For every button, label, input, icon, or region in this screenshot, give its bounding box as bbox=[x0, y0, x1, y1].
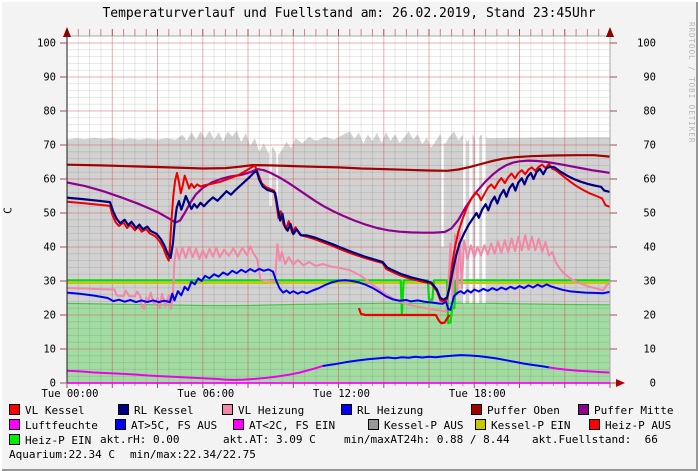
legend-label: VL Heizung bbox=[238, 404, 304, 417]
x-tick-label: Tue 06:00 bbox=[177, 388, 234, 400]
puffer-oben-swatch bbox=[471, 404, 482, 415]
heiz-p-ein-swatch bbox=[9, 434, 20, 445]
legend-item-at-gt5-fs-aus: AT>5C, FS AUS bbox=[115, 419, 217, 432]
y-tick-label: 90 bbox=[43, 72, 56, 84]
y-tick-label-right: 60 bbox=[643, 174, 656, 186]
legend-item-vl-heizung: VL Heizung bbox=[222, 404, 304, 417]
y-tick-label-right: 50 bbox=[643, 208, 656, 220]
y-tick-label-right: 80 bbox=[643, 106, 656, 118]
legend-item-kessel-p-ein: Kessel-P EIN bbox=[475, 419, 570, 432]
y-tick-label-right: 30 bbox=[643, 276, 656, 288]
legend-label: Aquarium:22.34 C bbox=[9, 448, 115, 461]
legend-label: Puffer Mitte bbox=[594, 404, 673, 417]
legend-label: Heiz-P EIN bbox=[25, 434, 91, 447]
temperature-chart: 0010102020303040405050606070708080909010… bbox=[0, 0, 698, 471]
legend-item-minmax-at24h: min/maxAT24h: 0.88 / 8.44 bbox=[344, 434, 510, 447]
legend-label: akt.AT: 3.09 C bbox=[223, 433, 316, 446]
legend-label: min/max:22.34/22.75 bbox=[130, 448, 256, 461]
at-gt5-fs-aus-swatch bbox=[115, 419, 126, 430]
x-tick-label: Tue 12:00 bbox=[313, 388, 370, 400]
legend-label: AT>5C, FS AUS bbox=[131, 419, 217, 432]
y-tick-label-right: 100 bbox=[637, 38, 656, 50]
legend-item-rl-kessel: RL Kessel bbox=[118, 404, 194, 417]
legend-label: Luftfeuchte bbox=[25, 419, 98, 432]
legend-label: akt.rH: 0.00 bbox=[100, 433, 179, 446]
y-tick-label-right: 10 bbox=[643, 344, 656, 356]
legend-label: VL Kessel bbox=[25, 404, 85, 417]
y-tick-label: 40 bbox=[43, 242, 56, 254]
fill-gap bbox=[441, 130, 443, 247]
vl-heizung-swatch bbox=[222, 404, 233, 415]
y-tick-label-right: 70 bbox=[643, 140, 656, 152]
legend-label: AT<2C, FS EIN bbox=[249, 419, 335, 432]
legend-label: RL Kessel bbox=[134, 404, 194, 417]
legend-item-heiz-p-aus: Heiz-P AUS bbox=[589, 419, 671, 432]
heiz-p-aus-swatch bbox=[589, 419, 600, 430]
legend-item-heiz-p-ein: Heiz-P EIN bbox=[9, 434, 91, 447]
legend-item-luftfeuchte: Luftfeuchte bbox=[9, 419, 98, 432]
y-tick-label-right: 0 bbox=[650, 378, 656, 390]
legend-label: Kessel-P AUS bbox=[384, 419, 463, 432]
legend-label: Kessel-P EIN bbox=[491, 419, 570, 432]
rrdtool-watermark: RRDTOOL / TOBI OETIKER bbox=[476, 22, 696, 32]
puffer-mitte-swatch bbox=[578, 404, 589, 415]
legend-item-puffer-mitte: Puffer Mitte bbox=[578, 404, 673, 417]
y-tick-label: 10 bbox=[43, 344, 56, 356]
legend-item-aquarium-minmax: min/max:22.34/22.75 bbox=[130, 449, 256, 462]
kessel-p-aus-swatch bbox=[368, 419, 379, 430]
y-tick-label: 20 bbox=[43, 310, 56, 322]
legend-label: akt.Fuellstand: 66 bbox=[532, 433, 658, 446]
y-tick-label: 60 bbox=[43, 174, 56, 186]
y-tick-label-right: 40 bbox=[643, 242, 656, 254]
vl-kessel-swatch bbox=[9, 404, 20, 415]
fill-gap bbox=[469, 130, 472, 303]
y-tick-label: 30 bbox=[43, 276, 56, 288]
y-tick-label: 50 bbox=[43, 208, 56, 220]
legend-item-akt-at: akt.AT: 3.09 C bbox=[223, 434, 316, 447]
legend-item-aquarium-temp: Aquarium:22.34 C bbox=[9, 449, 115, 462]
legend-item-akt-fuellstand: akt.Fuellstand: 66 bbox=[532, 434, 658, 447]
legend-label: Puffer Oben bbox=[487, 404, 560, 417]
rl-heizung-swatch bbox=[341, 404, 352, 415]
at-lt2-fs-ein-swatch bbox=[233, 419, 244, 430]
x-tick-label: Tue 18:00 bbox=[449, 388, 506, 400]
legend-label: min/maxAT24h: 0.88 / 8.44 bbox=[344, 433, 510, 446]
kessel-p-ein-swatch bbox=[475, 419, 486, 430]
legend-item-at-lt2-fs-ein: AT<2C, FS EIN bbox=[233, 419, 335, 432]
luftfeuchte-swatch bbox=[9, 419, 20, 430]
y-tick-label: 70 bbox=[43, 140, 56, 152]
rrdtool-graph: Temperaturverlauf und Fuellstand am: 26.… bbox=[0, 0, 698, 471]
legend-item-akt-rh: akt.rH: 0.00 bbox=[100, 434, 179, 447]
y-tick-label: 100 bbox=[37, 38, 56, 50]
legend-item-rl-heizung: RL Heizung bbox=[341, 404, 423, 417]
y-tick-label-right: 20 bbox=[643, 310, 656, 322]
legend-item-vl-kessel: VL Kessel bbox=[9, 404, 85, 417]
y-tick-label-right: 90 bbox=[643, 72, 656, 84]
x-tick-label: Tue 00:00 bbox=[42, 388, 99, 400]
legend-label: Heiz-P AUS bbox=[605, 419, 671, 432]
legend-item-puffer-oben: Puffer Oben bbox=[471, 404, 560, 417]
y-tick-label: 80 bbox=[43, 106, 56, 118]
legend-item-kessel-p-aus: Kessel-P AUS bbox=[368, 419, 463, 432]
rl-kessel-swatch bbox=[118, 404, 129, 415]
legend-label: RL Heizung bbox=[357, 404, 423, 417]
